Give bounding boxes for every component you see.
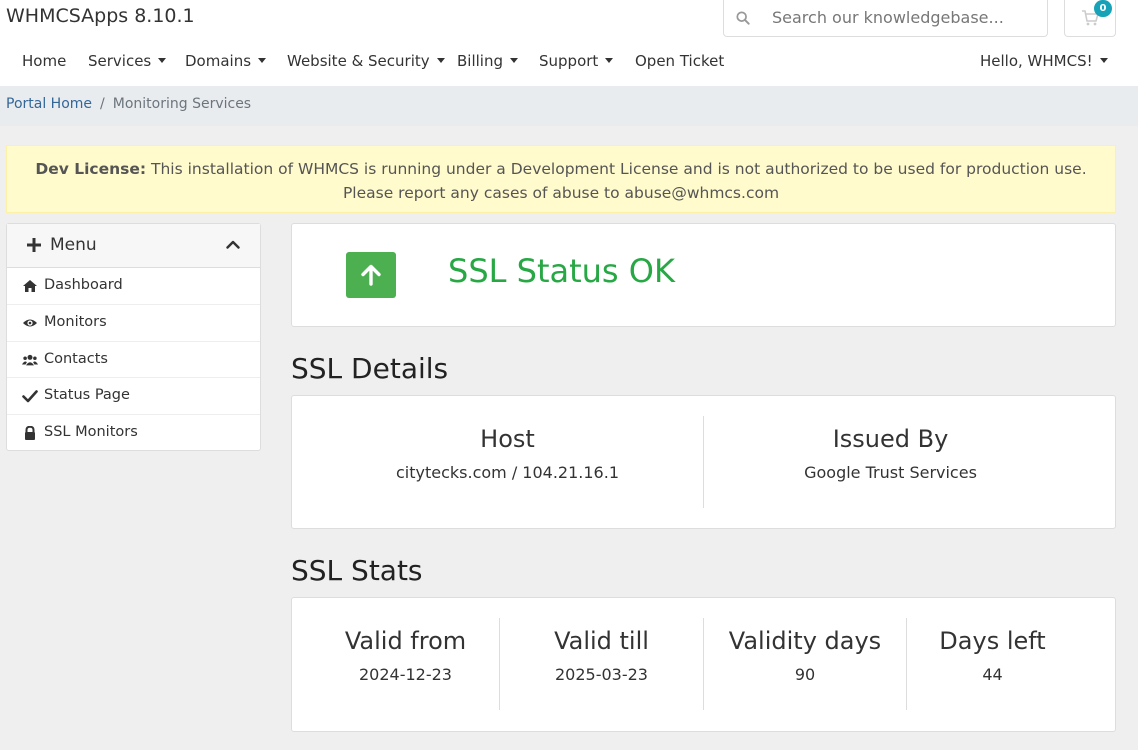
nav-services[interactable]: Services [88,52,167,70]
cart-count-badge: 0 [1094,0,1112,17]
issuer-label: Issued By [832,425,949,453]
days-left-label: Days left [939,627,1046,655]
nav-website-security[interactable]: Website & Security [287,52,445,70]
valid-till-column: Valid till 2025-03-23 [500,618,704,710]
nav-home-label: Home [22,52,67,70]
sidebar-item-label: Contacts [44,350,108,367]
nav-domains[interactable]: Domains [185,52,267,70]
host-value: citytecks.com / 104.21.16.1 [395,463,619,482]
sidebar-item-contacts[interactable]: Contacts [7,342,260,379]
check-icon [22,390,38,403]
ssl-details-title: SSL Details [291,352,449,385]
sidebar-item-status-page[interactable]: Status Page [7,378,260,416]
sidebar-item-label: SSL Monitors [44,424,138,441]
validity-days-value: 90 [794,665,816,684]
chevron-up-icon[interactable] [226,239,240,249]
breadcrumb-bar: Portal Home / Monitoring Services [0,86,1138,126]
cart-button[interactable]: 0 [1064,0,1116,37]
caret-down-icon [1099,58,1108,63]
nav-support-label: Support [539,52,599,70]
days-left-value: 44 [982,665,1003,684]
nav-services-label: Services [88,52,152,70]
nav-home[interactable]: Home [22,52,66,70]
users-icon [22,354,38,365]
sidebar-header[interactable]: Menu [7,224,260,268]
caret-down-icon [258,58,267,63]
validity-days-column: Validity days 90 [704,618,907,710]
ssl-stats-title: SSL Stats [291,554,423,587]
valid-till-label: Valid till [554,627,649,655]
caret-down-icon [158,58,167,63]
lock-icon [25,426,35,441]
sidebar-item-label: Status Page [44,387,130,404]
nav-support[interactable]: Support [539,52,614,70]
host-label: Host [480,425,535,453]
ssl-status-card: SSL Status OK [291,223,1116,327]
user-menu-label: Hello, WHMCS! [980,52,1093,70]
knowledgebase-search [723,0,1048,37]
sidebar-item-label: Monitors [44,313,107,330]
nav-billing-label: Billing [457,52,503,70]
alert-line-1: Dev License: This installation of WHMCS … [7,157,1115,181]
ssl-stats-card: Valid from 2024-12-23 Valid till 2025-03… [291,597,1116,732]
search-icon[interactable] [736,11,750,25]
sidebar-title: Menu [50,235,97,255]
brand-logo[interactable]: WHMCSApps 8.10.1 [6,5,195,27]
alert-line-2: Please report any cases of abuse to abus… [342,184,780,202]
caret-down-icon [510,58,518,63]
breadcrumb: Portal Home / Monitoring Services [6,96,251,112]
user-menu[interactable]: Hello, WHMCS! [980,52,1108,70]
ssl-status-text: SSL Status OK [448,252,675,290]
breadcrumb-current: Monitoring Services [112,96,252,112]
alert-label: Dev License: [35,160,147,178]
valid-from-column: Valid from 2024-12-23 [312,618,500,710]
nav-website-security-label: Website & Security [287,52,430,70]
nav-open-ticket[interactable]: Open Ticket [635,52,724,70]
host-column: Host citytecks.com / 104.21.16.1 [312,416,704,508]
home-icon [23,280,37,292]
issuer-column: Issued By Google Trust Services [704,416,1077,508]
nav-domains-label: Domains [185,52,252,70]
status-badge [346,252,396,298]
valid-till-value: 2025-03-23 [555,665,648,684]
alert-message: This installation of WHMCS is running un… [151,160,1087,178]
breadcrumb-separator: / [100,96,105,112]
nav-billing[interactable]: Billing [457,52,518,70]
eye-icon [23,319,37,327]
nav-open-ticket-label: Open Ticket [635,52,725,70]
valid-from-label: Valid from [344,627,467,655]
top-header: WHMCSApps 8.10.1 0 Home Services Domains… [0,0,1138,86]
arrow-up-icon [361,264,381,286]
validity-days-label: Validity days [728,627,882,655]
valid-from-value: 2024-12-23 [359,665,452,684]
sidebar-item-dashboard[interactable]: Dashboard [7,268,260,305]
sidebar-menu: Menu Dashboard Monitors Contacts Status … [6,223,261,451]
search-input[interactable] [772,6,1032,28]
breadcrumb-portal-home[interactable]: Portal Home [6,96,92,112]
issuer-value: Google Trust Services [804,463,977,482]
ssl-details-card: Host citytecks.com / 104.21.16.1 Issued … [291,395,1116,529]
sidebar-item-label: Dashboard [44,277,123,293]
caret-down-icon [605,58,614,63]
plus-icon [27,238,41,252]
caret-down-icon [436,58,445,63]
sidebar-item-ssl-monitors[interactable]: SSL Monitors [7,415,260,452]
dev-license-alert: Dev License: This installation of WHMCS … [6,145,1116,213]
days-left-column: Days left 44 [907,618,1078,710]
sidebar-item-monitors[interactable]: Monitors [7,305,260,342]
